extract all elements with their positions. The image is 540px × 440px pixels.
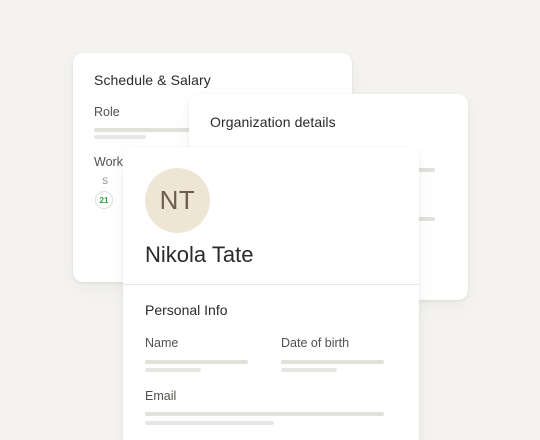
day-badge[interactable]: 21	[95, 191, 113, 209]
personal-info-title: Personal Info	[145, 302, 228, 318]
role-label: Role	[94, 105, 120, 119]
app-frame: Schedule & Salary Role Work S 21 Organiz…	[0, 0, 540, 440]
avatar: NT	[145, 168, 210, 233]
name-value-placeholder-2	[145, 368, 201, 372]
divider	[123, 284, 419, 285]
role-value-placeholder	[94, 128, 190, 132]
day-letter: S	[102, 176, 109, 186]
org-placeholder-2	[417, 217, 435, 221]
person-name: Nikola Tate	[145, 242, 254, 267]
name-field-label: Name	[145, 336, 179, 350]
email-value-placeholder-2	[145, 421, 274, 425]
dob-value-placeholder	[281, 360, 384, 364]
dob-field-label: Date of birth	[281, 336, 350, 350]
profile-card: NT Nikola Tate Personal Info Name Date o…	[123, 147, 419, 440]
email-field-label: Email	[145, 389, 177, 403]
org-placeholder-1	[417, 168, 435, 172]
role-value-placeholder-2	[94, 135, 146, 139]
org-card-title: Organization details	[210, 114, 336, 130]
schedule-card-title: Schedule & Salary	[94, 72, 211, 88]
name-value-placeholder	[145, 360, 248, 364]
dob-value-placeholder-2	[281, 368, 337, 372]
work-label: Work	[94, 155, 123, 169]
email-value-placeholder	[145, 412, 384, 416]
